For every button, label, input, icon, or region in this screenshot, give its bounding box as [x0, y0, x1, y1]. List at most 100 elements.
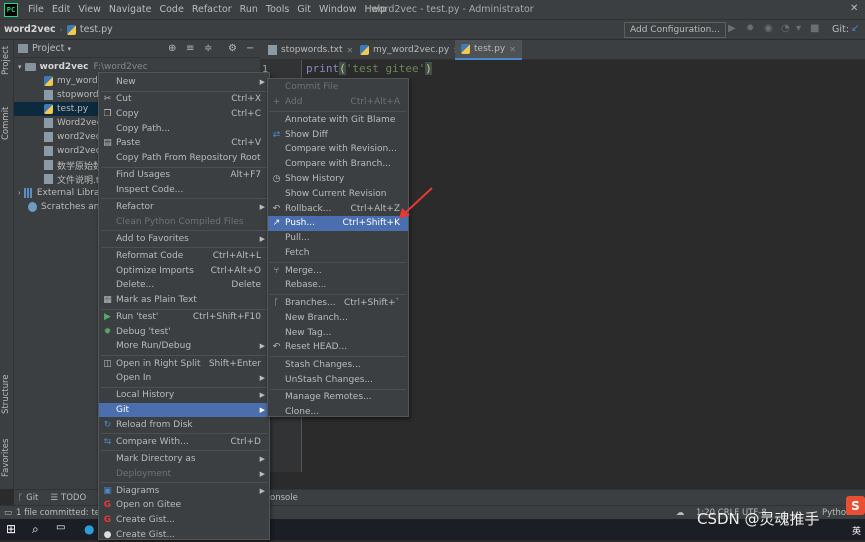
tree-item[interactable]: my_word2: [44, 74, 103, 88]
task-view-icon[interactable]: ▭: [56, 522, 65, 533]
notification-icon[interactable]: ☁: [676, 508, 685, 518]
context-menu-item-refactor[interactable]: Refactor ▶: [99, 200, 269, 215]
debug-icon[interactable]: ✹: [746, 23, 754, 34]
git-menu-item-compare-with-branch[interactable]: Compare with Branch...: [268, 157, 408, 172]
menu-tools[interactable]: Tools: [262, 4, 293, 15]
menu-window[interactable]: Window: [315, 4, 360, 15]
context-menu-item-deployment[interactable]: Deployment ▶: [99, 466, 269, 481]
git-menu-item-fetch[interactable]: Fetch: [268, 246, 408, 261]
tree-item[interactable]: 文件说明.tx: [44, 172, 105, 186]
context-menu-item-open-on-gitee[interactable]: G Open on Gitee: [99, 498, 269, 513]
tab-test-py[interactable]: test.py ✕: [455, 40, 522, 60]
search-icon[interactable]: ⌕: [32, 522, 39, 537]
context-menu-item-mark-directory-as[interactable]: Mark Directory as ▶: [99, 452, 269, 467]
structure-tool-tab[interactable]: Structure: [1, 374, 11, 414]
git-menu-item-compare-with-revision[interactable]: Compare with Revision...: [268, 142, 408, 157]
code-line[interactable]: print('test gitee'): [306, 62, 432, 75]
context-menu-item-debug-test[interactable]: ✹ Debug 'test': [99, 324, 269, 339]
menu-run[interactable]: Run: [236, 4, 262, 15]
context-menu-item-cut[interactable]: ✂ Cut Ctrl+X: [99, 92, 269, 107]
status-message[interactable]: 1 file committed: te: [16, 508, 100, 518]
gear-icon[interactable]: ⚙: [228, 43, 237, 54]
close-window-icon[interactable]: ✕: [850, 3, 858, 14]
tree-item[interactable]: word2vec: [44, 144, 101, 158]
context-menu-item-copy[interactable]: ❐ Copy Ctrl+C: [99, 107, 269, 122]
windows-start-icon[interactable]: ⊞: [6, 522, 16, 536]
git-menu-item-branches[interactable]: ᚴ Branches... Ctrl+Shift+`: [268, 296, 408, 311]
context-menu-item-git[interactable]: Git ▶: [99, 402, 269, 418]
commit-tool-tab[interactable]: Commit: [1, 107, 11, 140]
tree-item[interactable]: word2vec: [44, 130, 101, 144]
context-menu-item-add-to-favorites[interactable]: Add to Favorites ▶: [99, 232, 269, 247]
context-menu-item-run-test[interactable]: ▶ Run 'test' Ctrl+Shift+F10: [99, 310, 269, 325]
git-menu-item-show-current-revision[interactable]: Show Current Revision: [268, 186, 408, 201]
more-run-icon[interactable]: ▾: [796, 23, 801, 34]
todo-tool-tab[interactable]: TODO: [61, 493, 86, 503]
git-menu-item-new-tag[interactable]: New Tag...: [268, 325, 408, 340]
breadcrumb-project[interactable]: word2vec: [0, 24, 60, 35]
context-menu-item-new[interactable]: New ▶: [99, 75, 269, 90]
context-menu-item-paste[interactable]: ▤ Paste Ctrl+V: [99, 136, 269, 151]
context-menu-item-copy-path[interactable]: Copy Path...: [99, 121, 269, 136]
profile-icon[interactable]: ◔: [781, 23, 790, 34]
tree-scratches[interactable]: Scratches anc: [28, 200, 104, 214]
git-menu-item-unstash-changes[interactable]: UnStash Changes...: [268, 372, 408, 387]
context-menu-item-compare-with[interactable]: ⇆ Compare With... Ctrl+D: [99, 434, 269, 449]
context-menu-item-reformat-code[interactable]: Reformat Code Ctrl+Alt+L: [99, 249, 269, 264]
git-menu-item-manage-remotes[interactable]: Manage Remotes...: [268, 390, 408, 405]
tree-item[interactable]: Word2vec: [44, 116, 102, 130]
context-menu-item-create-gist[interactable]: G Create Gist...: [99, 513, 269, 528]
context-menu-item-find-usages[interactable]: Find Usages Alt+F7: [99, 168, 269, 183]
menu-git[interactable]: Git: [293, 4, 315, 15]
tab-my-word2vec[interactable]: my_word2vec.py✕: [354, 40, 466, 60]
git-menu-item-merge[interactable]: ⑂ Merge...: [268, 263, 408, 278]
git-update-icon[interactable]: ↙: [851, 23, 859, 34]
favorites-tool-tab[interactable]: Favorites: [1, 439, 11, 477]
tree-item[interactable]: stopwords: [44, 88, 103, 102]
git-menu-item-show-diff[interactable]: ⇄ Show Diff: [268, 127, 408, 142]
git-menu-item-push[interactable]: ↗ Push... Ctrl+Shift+K: [268, 216, 408, 231]
context-menu-item-inspect-code[interactable]: Inspect Code...: [99, 183, 269, 198]
expand-arrow-icon[interactable]: ›: [18, 189, 21, 197]
git-menu-item-stash-changes[interactable]: Stash Changes...: [268, 358, 408, 373]
menu-refactor[interactable]: Refactor: [188, 4, 236, 15]
breadcrumb-file[interactable]: test.py: [80, 24, 117, 35]
git-menu-item-rollback[interactable]: ↶ Rollback... Ctrl+Alt+Z: [268, 201, 408, 216]
menu-code[interactable]: Code: [155, 4, 187, 15]
locate-icon[interactable]: ⊕: [168, 43, 176, 54]
close-icon[interactable]: ✕: [347, 46, 354, 55]
tree-item[interactable]: 数学原始数: [44, 158, 102, 172]
context-menu-item-clean-python-compiled-files[interactable]: Clean Python Compiled Files: [99, 214, 269, 229]
console-tool-tab[interactable]: onsole: [270, 493, 298, 503]
context-menu-item-open-in-right-split[interactable]: ◫ Open in Right Split Shift+Enter: [99, 356, 269, 371]
hide-panel-icon[interactable]: −: [246, 43, 254, 54]
git-menu-item-rebase[interactable]: Rebase...: [268, 278, 408, 293]
context-menu-item-mark-as-plain-text[interactable]: ▦ Mark as Plain Text: [99, 293, 269, 308]
menu-file[interactable]: File: [24, 4, 48, 15]
run-icon[interactable]: ▶: [728, 23, 736, 34]
git-menu-item-annotate-with-git-blame[interactable]: Annotate with Git Blame: [268, 112, 408, 127]
git-menu-item-pull[interactable]: Pull...: [268, 231, 408, 246]
close-icon[interactable]: ✕: [509, 45, 516, 54]
chevron-down-icon[interactable]: ▾: [68, 45, 72, 53]
context-menu-item-delete[interactable]: Delete... Delete: [99, 278, 269, 293]
context-menu-item-more-run-debug[interactable]: More Run/Debug ▶: [99, 339, 269, 354]
menu-view[interactable]: View: [74, 4, 105, 15]
expand-all-icon[interactable]: ≡: [186, 43, 194, 54]
context-menu-item-diagrams[interactable]: ▣ Diagrams ▶: [99, 483, 269, 498]
project-tool-tab[interactable]: Project: [1, 46, 11, 75]
context-menu-item-open-in[interactable]: Open In ▶: [99, 371, 269, 386]
stop-icon[interactable]: ■: [810, 23, 819, 34]
project-panel-title[interactable]: Project: [32, 43, 65, 54]
collapse-all-icon[interactable]: ≑: [204, 43, 212, 54]
menu-edit[interactable]: Edit: [48, 4, 74, 15]
git-menu-item-show-history[interactable]: ◷ Show History: [268, 172, 408, 187]
ime-indicator[interactable]: 英: [852, 524, 861, 537]
git-menu-item-reset-head[interactable]: ↶ Reset HEAD...: [268, 340, 408, 355]
context-menu-item-reload-from-disk[interactable]: ↻ Reload from Disk: [99, 417, 269, 432]
git-menu-item-add[interactable]: + Add Ctrl+Alt+A: [268, 95, 408, 110]
git-menu-item-commit-file[interactable]: Commit File: [268, 80, 408, 95]
context-menu-item-optimize-imports[interactable]: Optimize Imports Ctrl+Alt+O: [99, 263, 269, 278]
tree-external-libraries[interactable]: › External Libra: [18, 186, 99, 200]
git-menu-item-clone[interactable]: Clone...: [268, 405, 408, 420]
